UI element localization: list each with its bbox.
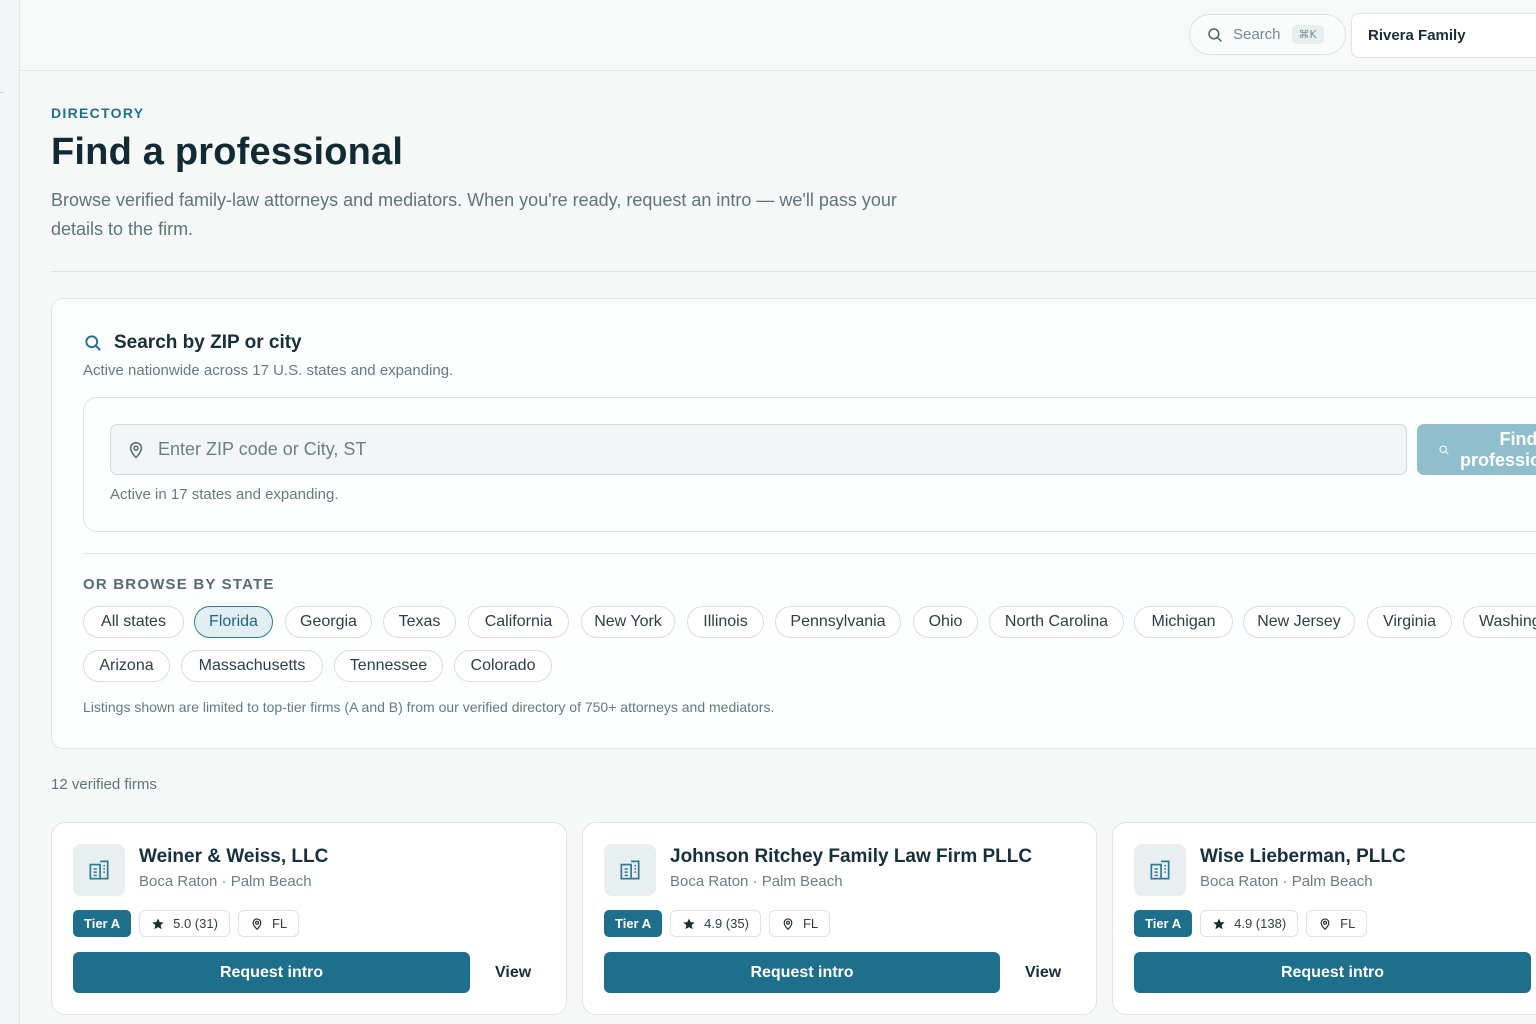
tier-badge: Tier A	[1134, 910, 1193, 937]
zip-city-input[interactable]	[158, 439, 1358, 460]
firm-name[interactable]: Wise Lieberman, PLLC	[1200, 846, 1406, 868]
state-chip[interactable]: New Jersey	[1243, 606, 1355, 638]
search-icon	[85, 335, 101, 351]
rating-badge: 5.0 (31)	[139, 910, 230, 937]
search-card-divider	[83, 553, 1536, 554]
state-chip[interactable]: Washington	[1463, 606, 1536, 638]
star-icon	[1213, 917, 1225, 929]
find-professionals-button[interactable]: Find professionals	[1417, 424, 1536, 475]
zip-search-panel: Find professionals Active in 17 states a…	[83, 397, 1536, 532]
state-code: FL	[271, 916, 288, 931]
rating-badge: 4.9 (138)	[1200, 910, 1299, 937]
firm-card: Wise Lieberman, PLLC Boca Raton · Palm B…	[1112, 822, 1536, 1015]
request-intro-button[interactable]: Request intro	[73, 952, 470, 993]
zip-help-text: Active in 17 states and expanding.	[110, 486, 339, 503]
search-card-title: Search by ZIP or city	[114, 332, 302, 353]
state-chip[interactable]: Texas	[383, 606, 456, 638]
map-pin-icon	[783, 917, 793, 930]
zip-input-container[interactable]	[110, 424, 1407, 475]
state-chip[interactable]: Arizona	[83, 650, 170, 682]
state-badge: FL	[1306, 910, 1368, 937]
search-icon	[1208, 27, 1222, 42]
state-chip[interactable]: New York	[581, 606, 675, 638]
firm-badges: Tier A 5.0 (31) FL	[73, 910, 300, 937]
page-subtitle: Browse verified family-law attorneys and…	[51, 190, 897, 239]
building-icon	[73, 844, 125, 896]
state-code: FL	[1340, 916, 1356, 931]
firm-location: Boca Raton · Palm Beach	[1200, 873, 1373, 890]
view-firm-link[interactable]: View	[495, 952, 531, 993]
rail-tick	[0, 92, 4, 93]
rating-value: 4.9 (138)	[1234, 916, 1287, 931]
state-chip[interactable]: North Carolina	[989, 606, 1124, 638]
map-pin-icon	[252, 917, 262, 930]
listing-note: Listings shown are limited to top-tier f…	[83, 699, 775, 715]
firm-location: Boca Raton · Palm Beach	[139, 873, 312, 890]
tier-badge: Tier A	[604, 910, 663, 937]
firm-badges: Tier A 4.9 (35) FL	[604, 910, 831, 937]
state-code: FL	[802, 916, 819, 931]
firm-card: Johnson Ritchey Family Law Firm PLLC Boc…	[582, 822, 1097, 1015]
request-intro-button[interactable]: Request intro	[604, 952, 1000, 993]
state-chip-selected[interactable]: Florida	[194, 606, 273, 638]
firm-card: Weiner & Weiss, LLC Boca Raton · Palm Be…	[51, 822, 567, 1015]
results-count: 12 verified firms	[51, 776, 157, 793]
search-icon	[1439, 444, 1449, 455]
section-eyebrow: DIRECTORY	[51, 105, 145, 121]
state-chip[interactable]: California	[468, 606, 569, 638]
firm-location: Boca Raton · Palm Beach	[670, 873, 843, 890]
search-card: Search by ZIP or city Active nationwide …	[51, 298, 1536, 749]
view-firm-link[interactable]: View	[1025, 952, 1061, 993]
firm-name[interactable]: Johnson Ritchey Family Law Firm PLLC	[670, 846, 1032, 868]
tier-badge: Tier A	[73, 910, 132, 937]
firm-name[interactable]: Weiner & Weiss, LLC	[139, 846, 328, 868]
rating-value: 4.9 (35)	[704, 916, 749, 931]
account-name: Rivera Family	[1368, 27, 1466, 44]
rating-value: 5.0 (31)	[173, 916, 218, 931]
global-search-label: Search	[1233, 26, 1281, 43]
state-chip[interactable]: Tennessee	[334, 650, 443, 682]
browse-by-state-label: OR BROWSE BY STATE	[83, 576, 275, 593]
state-chip[interactable]: All states	[83, 606, 184, 638]
state-chip[interactable]: Massachusetts	[181, 650, 323, 682]
state-chip[interactable]: Ohio	[913, 606, 978, 638]
search-card-subtitle: Active nationwide across 17 U.S. states …	[83, 362, 454, 379]
global-search-button[interactable]: Search ⌘K	[1189, 14, 1346, 55]
state-chip[interactable]: Virginia	[1367, 606, 1452, 638]
map-pin-icon	[129, 441, 143, 459]
search-card-heading: Search by ZIP or city	[83, 332, 302, 354]
search-shortcut-hint: ⌘K	[1291, 25, 1324, 44]
star-icon	[683, 917, 695, 929]
request-intro-button[interactable]: Request intro	[1134, 952, 1531, 993]
find-button-label: Find professionals	[1459, 428, 1536, 470]
rating-badge: 4.9 (35)	[670, 910, 761, 937]
firm-badges: Tier A 4.9 (138) FL	[1134, 910, 1368, 937]
header-divider	[51, 271, 1536, 272]
left-rail	[0, 0, 20, 1024]
star-icon	[152, 917, 164, 929]
state-chip[interactable]: Illinois	[687, 606, 764, 638]
state-chip[interactable]: Georgia	[285, 606, 372, 638]
map-pin-icon	[1320, 917, 1330, 930]
page-title: Find a professional	[51, 131, 404, 173]
account-switcher[interactable]: Rivera Family	[1351, 13, 1536, 58]
state-chip[interactable]: Michigan	[1134, 606, 1233, 638]
building-icon	[604, 844, 656, 896]
state-chip[interactable]: Colorado	[454, 650, 552, 682]
state-badge: FL	[237, 910, 300, 937]
state-chip[interactable]: Pennsylvania	[775, 606, 901, 638]
top-bar: Search ⌘K Rivera Family	[20, 0, 1536, 71]
building-icon	[1134, 844, 1186, 896]
state-badge: FL	[768, 910, 831, 937]
